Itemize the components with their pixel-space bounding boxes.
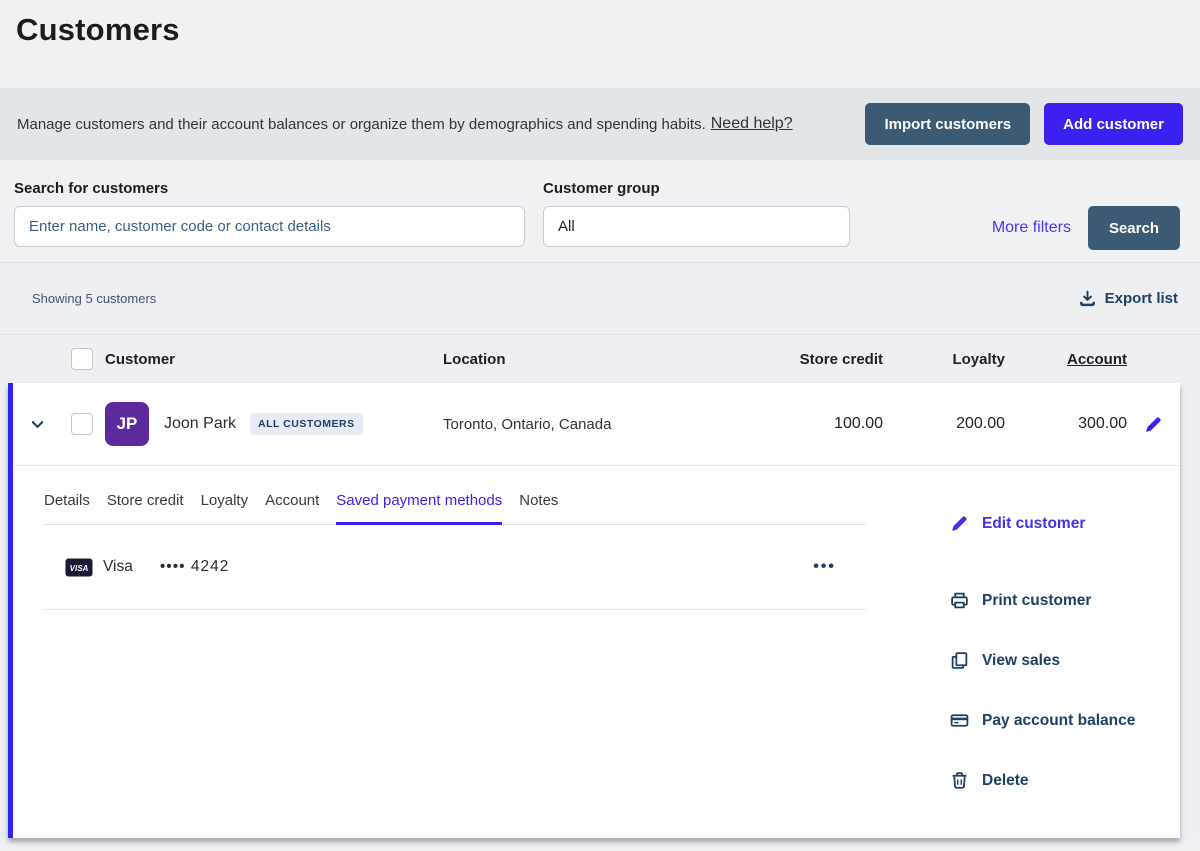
search-label: Search for customers [14,180,525,197]
tab-details[interactable]: Details [44,492,90,525]
search-field-group: Search for customers [14,180,525,262]
collapse-row-chevron[interactable] [13,417,61,432]
saved-payment-method-row: VISA Visa •••• 4242 ••• [44,525,866,610]
store-credit-value: 100.00 [725,415,883,433]
loyalty-value: 200.00 [883,415,1005,433]
customer-group-field: Customer group All [543,180,850,262]
view-sales-action[interactable]: View sales [950,651,1135,670]
banner-buttons: Import customers Add customer [865,103,1183,145]
more-filters-link[interactable]: More filters [992,219,1071,237]
tab-loyalty[interactable]: Loyalty [201,492,249,525]
table-header: Customer Location Store credit Loyalty A… [0,334,1200,383]
account-value: 300.00 [1005,415,1127,433]
customer-actions: Edit customer Print customer View sales [950,492,1135,831]
pencil-icon [950,514,969,533]
trash-icon [950,771,969,790]
avatar: JP [105,402,149,446]
customers-page: Customers Manage customers and their acc… [0,0,1200,851]
export-list-button[interactable]: Export list [1079,290,1178,307]
delete-label: Delete [982,772,1029,790]
search-button[interactable]: Search [1088,206,1180,250]
export-list-label: Export list [1105,290,1178,307]
tab-store-credit[interactable]: Store credit [107,492,184,525]
edit-customer-action[interactable]: Edit customer [950,514,1135,533]
pay-account-balance-label: Pay account balance [982,712,1135,730]
card-masked-number: •••• 4242 [160,558,230,576]
customer-group-badge: ALL CUSTOMERS [250,413,363,435]
column-loyalty: Loyalty [883,351,1005,368]
page-header: Customers [0,0,1200,88]
select-all-checkbox[interactable] [71,348,93,370]
column-store-credit: Store credit [725,351,883,368]
tab-saved-payment-methods[interactable]: Saved payment methods [336,492,502,525]
add-customer-button[interactable]: Add customer [1044,103,1183,145]
credit-card-icon [950,711,969,730]
print-customer-label: Print customer [982,592,1091,610]
pencil-icon [1144,415,1163,434]
customer-group-value: All [558,218,575,235]
filters-actions: More filters Search [992,206,1180,250]
row-checkbox[interactable] [71,413,93,435]
customer-name: Joon Park [164,415,236,433]
banner-description: Manage customers and their account balan… [17,116,706,133]
detail-tabs: Details Store credit Loyalty Account Sav… [44,492,866,525]
customer-cell: JP Joon Park ALL CUSTOMERS [105,402,435,446]
svg-text:VISA: VISA [70,564,89,573]
page-title: Customers [16,12,1184,48]
edit-customer-label: Edit customer [982,515,1085,533]
customer-location: Toronto, Ontario, Canada [435,416,725,433]
column-customer: Customer [105,351,435,368]
column-location: Location [435,351,725,368]
search-input[interactable] [14,206,525,247]
print-customer-action[interactable]: Print customer [950,591,1135,610]
expanded-customer-panel: JP Joon Park ALL CUSTOMERS Toronto, Onta… [8,383,1180,838]
customer-row[interactable]: JP Joon Park ALL CUSTOMERS Toronto, Onta… [13,383,1180,466]
pay-account-balance-action[interactable]: Pay account balance [950,711,1135,730]
detail-content: Details Store credit Loyalty Account Sav… [44,492,866,831]
customer-detail: Details Store credit Loyalty Account Sav… [13,466,1180,831]
showing-count: Showing 5 customers [32,291,156,306]
customer-list-area: Showing 5 customers Export list Customer… [0,262,1200,838]
visa-icon: VISA [65,558,93,577]
view-sales-label: View sales [982,652,1060,670]
list-meta: Showing 5 customers Export list [0,263,1200,334]
customer-group-label: Customer group [543,180,850,197]
printer-icon [950,591,969,610]
card-brand: Visa [103,558,133,576]
banner: Manage customers and their account balan… [0,88,1200,160]
column-account[interactable]: Account [1005,351,1127,368]
tab-notes[interactable]: Notes [519,492,558,525]
chevron-down-icon [30,417,45,432]
customer-group-select[interactable]: All [543,206,850,247]
row-edit-button[interactable] [1127,415,1180,434]
tab-account[interactable]: Account [265,492,319,525]
import-customers-button[interactable]: Import customers [865,103,1030,145]
delete-action[interactable]: Delete [950,771,1135,790]
ellipsis-menu-button[interactable]: ••• [813,558,836,576]
filters-bar: Search for customers Customer group All … [0,160,1200,262]
documents-icon [950,651,969,670]
need-help-link[interactable]: Need help? [711,115,793,133]
download-icon [1079,290,1096,307]
